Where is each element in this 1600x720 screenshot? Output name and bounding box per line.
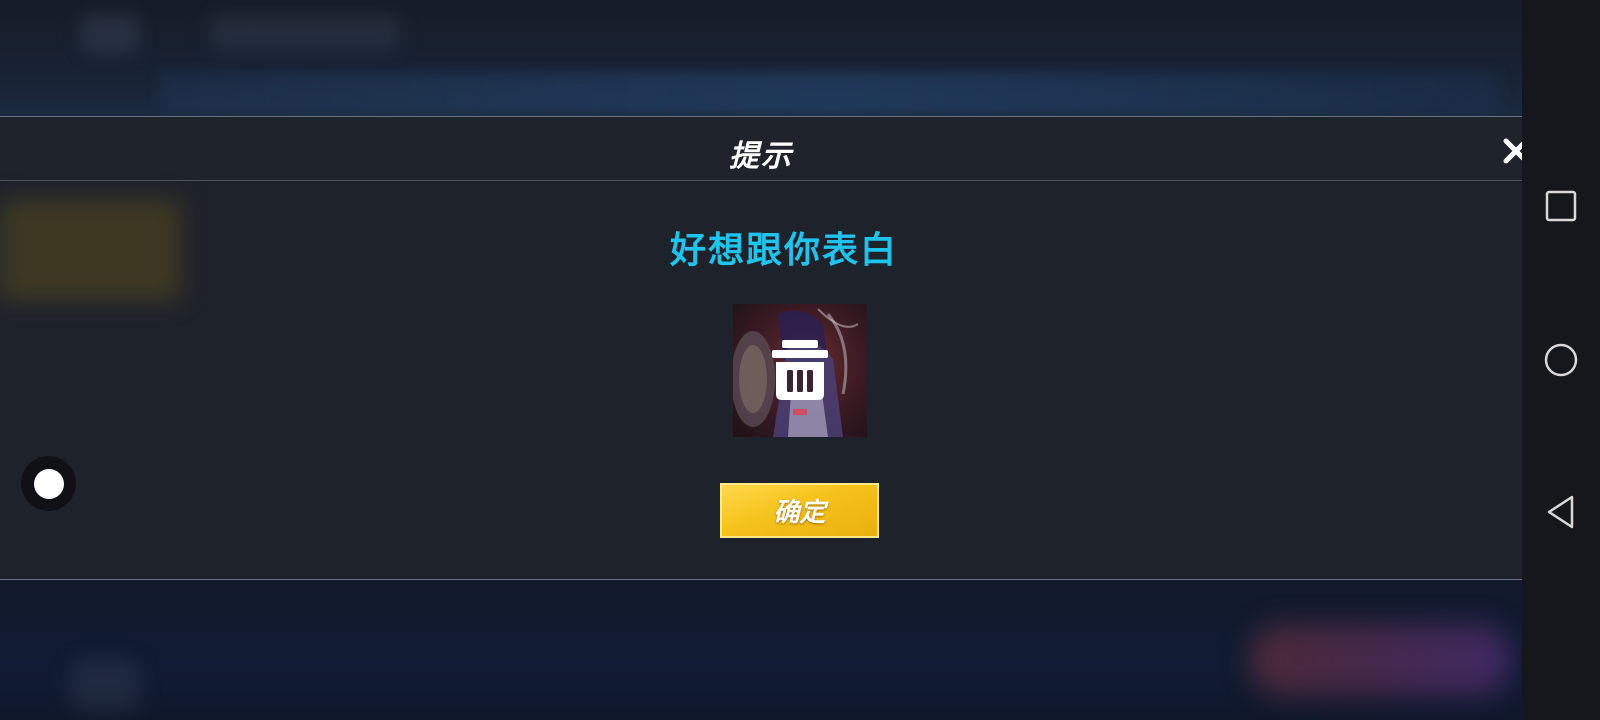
dialog-title: 提示 xyxy=(729,139,793,174)
navigation-bar xyxy=(1522,0,1600,720)
background-blur xyxy=(210,16,400,50)
floating-ball-button[interactable] xyxy=(21,456,76,511)
background-blur xyxy=(70,660,140,710)
confirm-button[interactable]: 确定 xyxy=(720,483,879,538)
background-blur xyxy=(80,14,140,54)
item-thumbnail xyxy=(733,304,867,437)
home-button[interactable] xyxy=(1539,338,1583,382)
triangle-back-icon xyxy=(1547,495,1574,529)
prompt-dialog: 提示 好想跟你表白 确定 xyxy=(0,116,1529,580)
recents-button[interactable] xyxy=(1539,184,1583,228)
dialog-header: 提示 xyxy=(0,117,1529,181)
dialog-message: 好想跟你表白 xyxy=(669,230,898,271)
background-blur xyxy=(160,72,1500,114)
back-button[interactable] xyxy=(1539,490,1583,534)
trash-icon xyxy=(772,340,828,400)
square-icon xyxy=(1545,190,1577,222)
circle-icon xyxy=(1544,343,1578,377)
background-blur xyxy=(1250,625,1510,695)
floating-ball-dot xyxy=(33,468,64,499)
